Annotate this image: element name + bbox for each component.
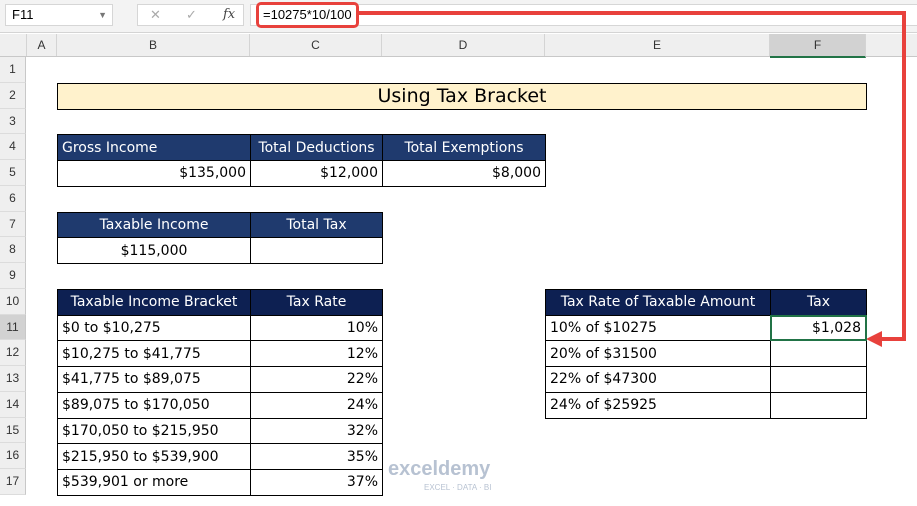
annotation-arrow [358, 11, 906, 347]
watermark-name: exceldemy [388, 458, 491, 480]
watermark: exceldemy EXCEL · DATA · BI [388, 458, 492, 499]
selected-cell-F11[interactable]: $1,028 [770, 314, 867, 342]
watermark-tagline: EXCEL · DATA · BI [424, 483, 492, 492]
